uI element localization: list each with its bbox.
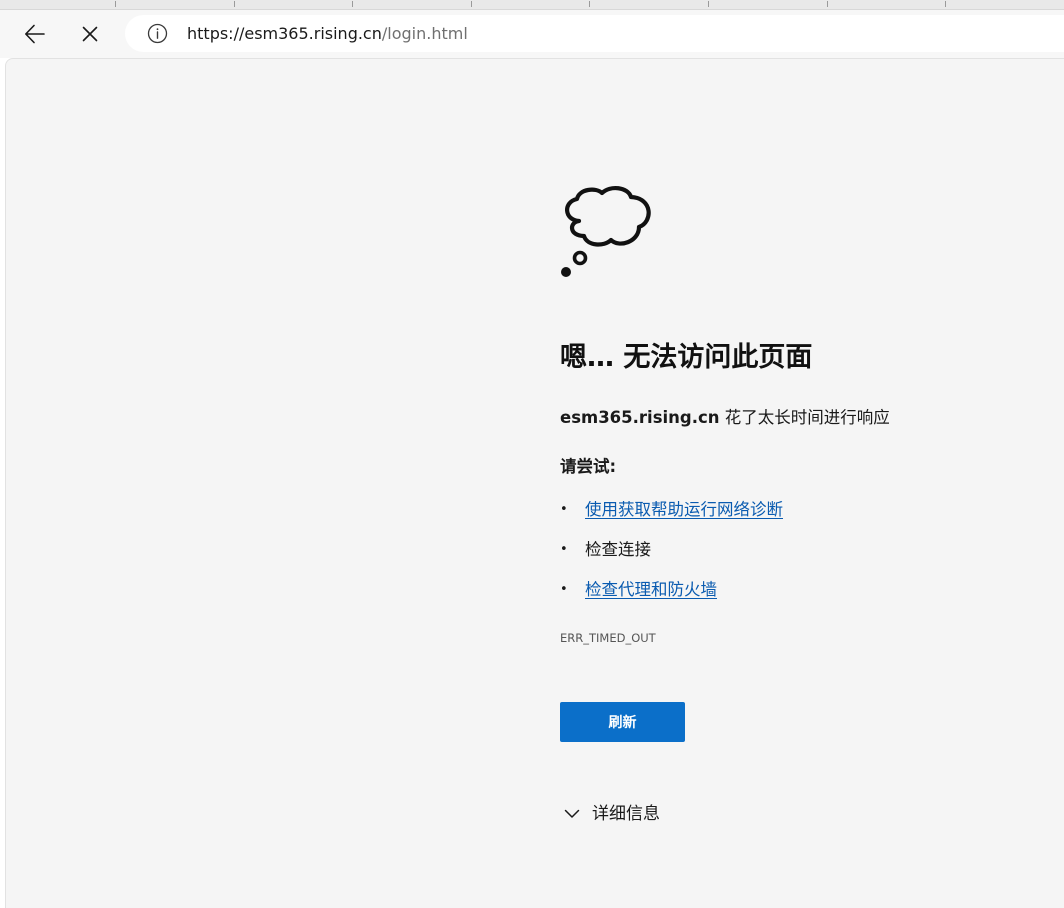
info-icon[interactable] [147,23,168,44]
tab-separator [115,1,116,7]
tab-separator [945,1,946,7]
url-text[interactable]: https://esm365.rising.cn/login.html [187,23,468,44]
proxy-firewall-link[interactable]: 检查代理和防火墙 [585,578,717,602]
page-title: 嗯… 无法访问此页面 [560,342,813,373]
tab-separator [708,1,709,7]
url-path: /login.html [381,24,468,43]
details-label: 详细信息 [592,804,660,824]
error-description: 花了太长时间进行响应 [719,408,890,427]
tab-separator [352,1,353,7]
bullet: • [560,542,568,557]
tab-separator [589,1,590,7]
network-diagnostics-link[interactable]: 使用获取帮助运行网络诊断 [585,498,783,522]
error-host: esm365.rising.cn [560,408,720,427]
refresh-button[interactable]: 刷新 [560,702,685,742]
bullet: • [560,502,568,517]
tab-strip [0,0,1064,10]
try-label: 请尝试: [560,457,617,476]
address-bar[interactable]: https://esm365.rising.cn/login.html [125,15,1064,52]
stop-button[interactable] [72,16,108,52]
details-toggle[interactable]: 详细信息 [564,800,660,828]
tab-separator [471,1,472,7]
url-host: https://esm365.rising.cn [187,24,382,43]
error-page-content [5,58,1064,908]
tab-separator [234,1,235,7]
close-icon [82,26,98,42]
error-code: ERR_TIMED_OUT [560,631,656,645]
back-arrow-icon [25,24,45,44]
tab-separator [827,1,828,7]
chevron-down-icon [564,809,580,818]
check-connection-text: 检查连接 [585,540,651,559]
error-message: esm365.rising.cn 花了太长时间进行响应 [560,406,890,430]
back-button[interactable] [17,16,53,52]
browser-toolbar: https://esm365.rising.cn/login.html [0,10,1064,58]
thought-cloud-icon [561,186,651,277]
bullet: • [560,582,568,597]
